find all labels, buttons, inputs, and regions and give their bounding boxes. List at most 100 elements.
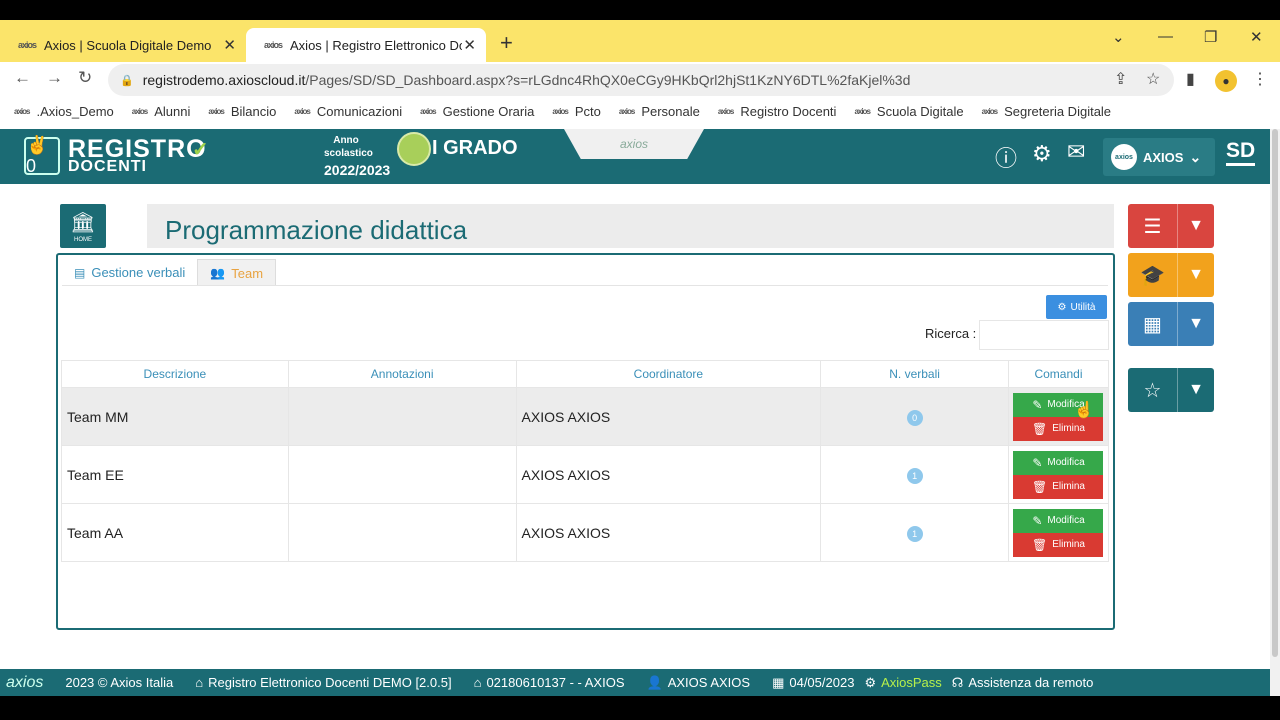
url-host: registrodemo.axioscloud.it — [142, 72, 306, 88]
bookmark-pcto[interactable]: axios Pcto — [552, 104, 600, 119]
page-title: Programmazione didattica — [165, 215, 468, 245]
cell-coordinatore: AXIOS AXIOS — [515, 387, 822, 446]
tab-team[interactable]: 👥 Team — [197, 259, 277, 286]
table-row[interactable]: Team AA AXIOS AXIOS 1 ✎ Modifica 🗑 Elimina — [61, 503, 1110, 562]
column-header-comandi: Comandi — [1007, 360, 1110, 388]
status-footer: axios 2023 © Axios Italia ⌂ Registro Elet… — [0, 669, 1270, 696]
footer-user: 👤 AXIOS AXIOS — [646, 674, 751, 691]
forward-arrow-icon[interactable]: → — [46, 68, 63, 88]
cell-n-verbali: 1 — [820, 445, 1009, 504]
axios-favicon-icon: axios — [854, 106, 871, 116]
caret-down-icon: ▼ — [1188, 266, 1204, 283]
anno-scolastico-value[interactable]: 2022/2023 — [324, 162, 390, 178]
trash-icon: 🗑 — [1031, 537, 1048, 552]
chevron-down-icon: ⌄ — [1189, 148, 1202, 165]
calendar-icon: ▦ — [772, 674, 785, 690]
address-bar[interactable]: 🔒 registrodemo.axioscloud.it /Pages/SD/S… — [108, 64, 1174, 96]
bookmark-scuola-digitale[interactable]: axios Scuola Digitale — [854, 104, 963, 119]
edit-icon: ✎ — [1032, 455, 1043, 470]
mouse-pointer-icon: ☝ — [1074, 402, 1094, 419]
bookmark-segreteria-digitale[interactable]: axios Segreteria Digitale — [982, 104, 1111, 119]
verbali-count-badge: 0 — [906, 409, 923, 426]
search-input[interactable] — [979, 320, 1109, 350]
user-avatar-icon: axios — [1111, 144, 1137, 170]
cell-descrizione: Team AA — [61, 503, 289, 562]
cell-annotazioni — [287, 503, 517, 562]
page-scrollbar[interactable] — [1270, 129, 1280, 696]
settings-panel-icon[interactable]: ⚙ — [1032, 141, 1052, 167]
new-tab-icon[interactable]: + — [500, 30, 513, 56]
mail-icon[interactable]: ✉ — [1067, 139, 1085, 165]
elimina-button[interactable]: 🗑 Elimina — [1013, 416, 1104, 441]
browser-tab-scuola-digitale[interactable]: axios Axios | Scuola Digitale Demo ✕ — [0, 28, 246, 62]
documents-icon: ▤ — [74, 265, 86, 280]
widget-favorites[interactable]: ☆ ▼ — [1128, 368, 1214, 412]
restore-icon[interactable]: ❐ — [1204, 28, 1217, 46]
home-button[interactable]: 🏛 HOME — [60, 204, 106, 248]
cell-n-verbali: 0 — [820, 387, 1009, 446]
sd-logo[interactable]: SD — [1226, 139, 1256, 166]
tab-gestione-verbali[interactable]: ▤ Gestione verbali — [62, 259, 197, 286]
home-label: HOME — [74, 236, 92, 243]
verbali-count-badge: 1 — [906, 467, 923, 484]
close-tab-icon[interactable]: ✕ — [223, 36, 236, 54]
scrollbar-thumb[interactable] — [1272, 129, 1278, 657]
elimina-button[interactable]: 🗑 Elimina — [1013, 474, 1104, 499]
browser-tab-registro[interactable]: axios Axios | Registro Elettronico Doce … — [246, 28, 486, 62]
calculator-icon: ▦ — [1128, 302, 1178, 346]
caret-down-icon: ▼ — [1188, 315, 1204, 332]
axios-favicon-icon: axios — [264, 40, 283, 50]
user-menu[interactable]: axios AXIOS ⌄ — [1103, 138, 1215, 176]
column-header-descrizione[interactable]: Descrizione — [61, 360, 289, 388]
tab-title: Axios | Scuola Digitale Demo — [44, 37, 212, 53]
widget-calculator[interactable]: ▦ ▼ — [1128, 302, 1214, 346]
reload-icon[interactable]: ↻ — [78, 68, 92, 88]
minimize-icon[interactable]: — — [1158, 28, 1173, 45]
footer-assistenza[interactable]: ☊ Assistenza da remoto — [952, 675, 1094, 691]
bookmark-comunicazioni[interactable]: axios Comunicazioni — [294, 104, 402, 119]
modifica-button[interactable]: ✎ Modifica — [1013, 508, 1104, 533]
panel-tabs: ▤ Gestione verbali 👥 Team — [62, 259, 277, 286]
edit-icon: ✎ — [1032, 513, 1043, 528]
tab-search-chevron-icon[interactable]: ⌄ — [1112, 28, 1125, 46]
widget-checklist[interactable]: ☰ ▼ — [1128, 204, 1214, 248]
axios-favicon-icon: axios — [552, 106, 569, 116]
trash-icon: 🗑 — [1031, 479, 1048, 494]
more-menu-icon[interactable]: ⋮ — [1252, 69, 1268, 89]
close-tab-icon[interactable]: ✕ — [463, 36, 476, 54]
cell-descrizione: Team MM — [61, 387, 289, 446]
back-arrow-icon[interactable]: ← — [14, 68, 31, 88]
star-icon: ☆ — [1128, 368, 1178, 412]
bookmark-personale[interactable]: axios Personale — [619, 104, 700, 119]
school-grade-label[interactable]: I GRADO — [432, 137, 518, 160]
bookmark-alunni[interactable]: axios Alunni — [132, 104, 191, 119]
table-row[interactable]: Team MM AXIOS AXIOS 0 ✎ Modifica 🗑 Elimina — [61, 387, 1110, 446]
footer-axiospass[interactable]: ⚙ AxiosPass — [864, 675, 941, 691]
share-icon[interactable]: ⇪ — [1114, 69, 1127, 89]
browser-tab-strip: axios Axios | Scuola Digitale Demo ✕ axi… — [0, 20, 1280, 62]
team-table: Descrizione Annotazioni Coordinatore N. … — [61, 360, 1110, 562]
axios-favicon-icon: axios — [981, 106, 999, 116]
column-header-annotazioni[interactable]: Annotazioni — [287, 360, 517, 388]
column-header-n-verbali[interactable]: N. verbali — [820, 360, 1009, 388]
axios-favicon-icon: axios — [717, 106, 735, 116]
cell-coordinatore: AXIOS AXIOS — [515, 445, 822, 504]
side-panel-icon[interactable]: ▮ — [1186, 69, 1195, 89]
edit-icon: ✎ — [1032, 397, 1043, 412]
cell-annotazioni — [287, 445, 517, 504]
profile-avatar-icon[interactable]: ● — [1215, 70, 1237, 92]
bookmark-axios-demo[interactable]: axios .Axios_Demo — [14, 104, 114, 119]
table-row[interactable]: Team EE AXIOS AXIOS 1 ✎ Modifica 🗑 Elimina — [61, 445, 1110, 504]
tab-title: Axios | Registro Elettronico Doce — [290, 37, 463, 53]
widget-graduation[interactable]: 🎓 ▼ — [1128, 253, 1214, 297]
utilita-button[interactable]: ⚙ Utilità — [1046, 295, 1107, 319]
bookmark-gestione-oraria[interactable]: axios Gestione Oraria — [420, 104, 534, 119]
column-header-coordinatore[interactable]: Coordinatore — [515, 360, 822, 388]
elimina-button[interactable]: 🗑 Elimina — [1013, 532, 1104, 557]
bookmark-bilancio[interactable]: axios Bilancio — [208, 104, 276, 119]
help-icon[interactable]: ⓘ — [995, 141, 1017, 173]
bookmark-star-icon[interactable]: ☆ — [1146, 69, 1160, 89]
bookmark-registro-docenti[interactable]: axios Registro Docenti — [718, 104, 837, 119]
modifica-button[interactable]: ✎ Modifica — [1013, 450, 1104, 475]
close-window-icon[interactable]: ✕ — [1250, 28, 1263, 46]
